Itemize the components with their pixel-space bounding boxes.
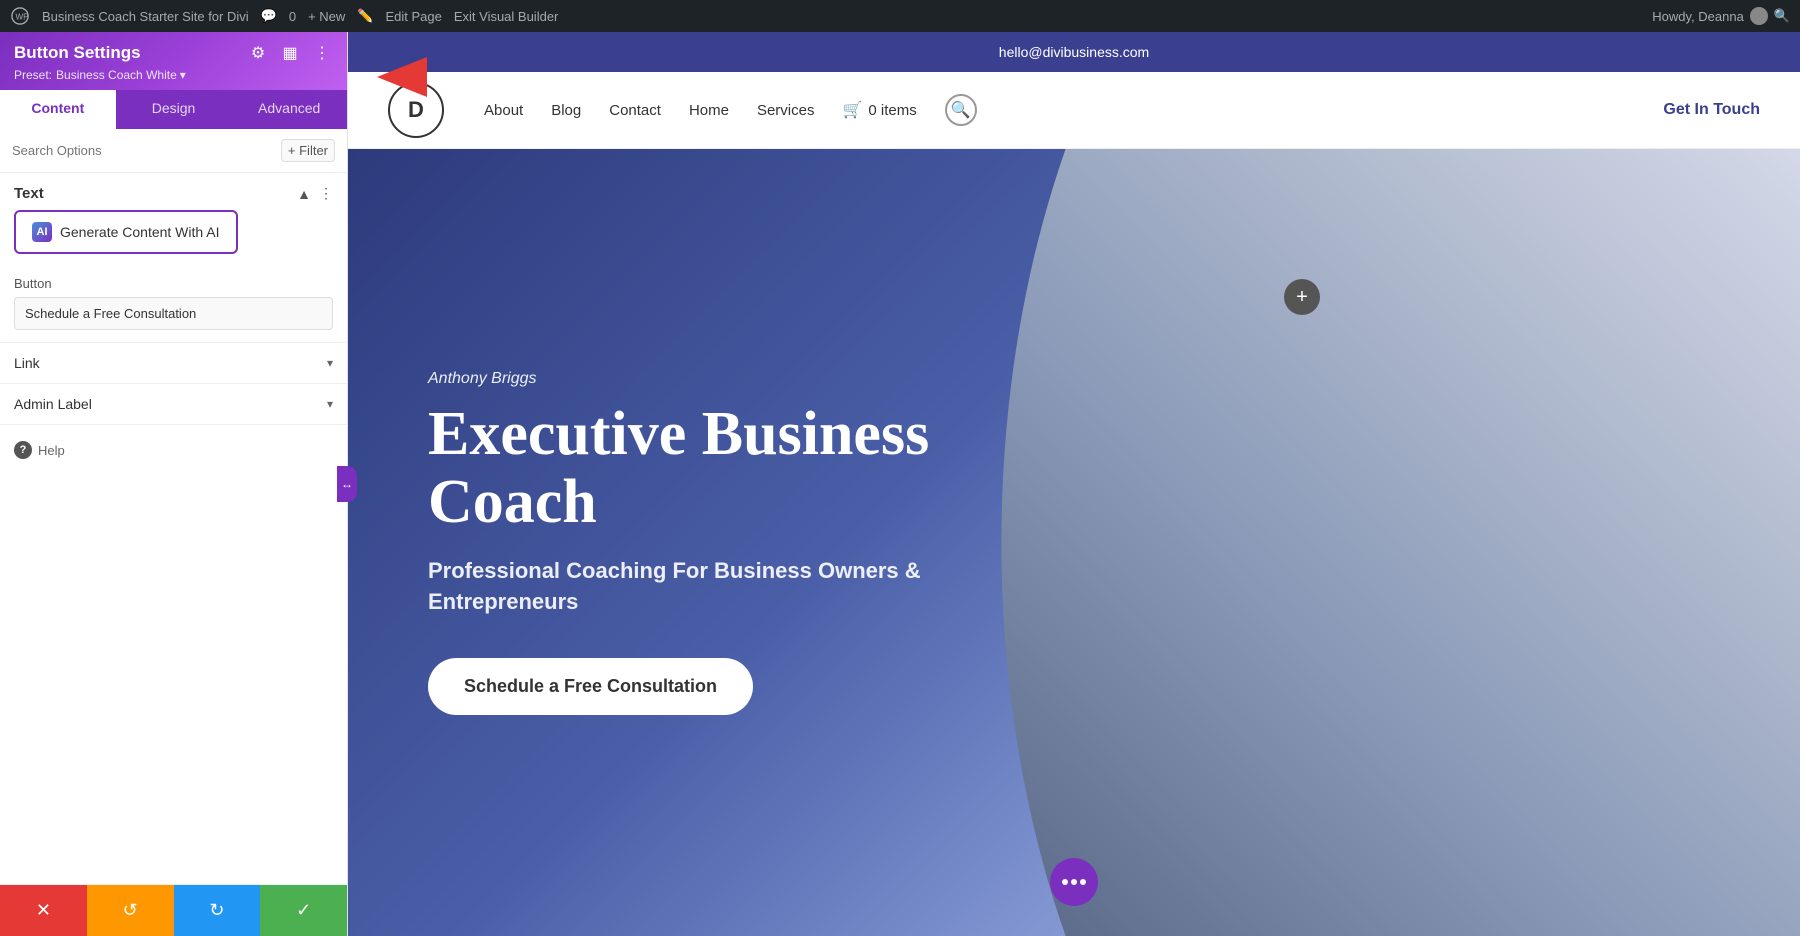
help-section: ? Help — [0, 424, 347, 475]
panel-body: + Filter Text ▲ ⋮ AI Generate Content Wi… — [0, 129, 347, 884]
hero-subtitle: Professional Coaching For Business Owner… — [428, 556, 968, 618]
right-content: hello@divibusiness.com D About Blog Cont… — [348, 32, 1800, 936]
plus-add-button[interactable]: + — [1284, 279, 1320, 315]
button-text-input[interactable] — [14, 297, 333, 330]
red-arrow-indicator — [377, 57, 427, 97]
save-button[interactable]: ✓ — [260, 885, 347, 936]
wp-logo-icon[interactable]: WP — [10, 6, 30, 26]
admin-label-section: Admin Label ▾ — [0, 383, 347, 424]
nav-search-button[interactable]: 🔍 — [945, 94, 977, 126]
link-section: Link ▾ — [0, 342, 347, 383]
preset-row: Preset: Business Coach White ▾ — [14, 68, 333, 82]
get-in-touch-button[interactable]: Get In Touch — [1663, 101, 1760, 119]
nav-links: About Blog Contact Home Services 🛒 0 ite… — [484, 94, 977, 126]
dot-1 — [1062, 879, 1068, 885]
settings-icon[interactable]: ⚙ — [247, 42, 269, 64]
text-section-chevron-icon[interactable]: ▲ — [297, 186, 311, 202]
filter-button[interactable]: + Filter — [281, 139, 335, 162]
tab-content[interactable]: Content — [0, 90, 116, 129]
search-row: + Filter — [0, 129, 347, 173]
undo-button[interactable]: ↺ — [87, 885, 174, 936]
comment-count: 0 — [289, 9, 296, 24]
grid-icon[interactable]: ▦ — [279, 42, 301, 64]
nav-blog[interactable]: Blog — [551, 102, 581, 119]
site-top-bar: hello@divibusiness.com — [348, 32, 1800, 72]
button-field-label: Button — [14, 276, 333, 291]
site-email-link[interactable]: hello@divibusiness.com — [999, 44, 1149, 60]
panel-footer: ✕ ↺ ↻ ✓ — [0, 884, 347, 936]
preset-label: Preset: — [14, 68, 52, 82]
cart-icon: 🛒 — [842, 100, 862, 120]
panel-title: Button Settings — [14, 43, 141, 63]
user-avatar[interactable] — [1750, 7, 1768, 25]
hero-author: Anthony Briggs — [428, 370, 968, 388]
text-section-header: Text ▲ ⋮ — [0, 173, 347, 210]
nav-about[interactable]: About — [484, 102, 523, 119]
button-field-section: Button — [0, 268, 347, 342]
nav-contact[interactable]: Contact — [609, 102, 661, 119]
panel-header-icons: ⚙ ▦ ⋮ — [247, 42, 333, 64]
panel-tabs: Content Design Advanced — [0, 90, 347, 129]
hero-background-image — [1001, 149, 1800, 936]
hero-title-line2: Coach — [428, 468, 597, 536]
exit-visual-builder-button[interactable]: Exit Visual Builder — [454, 9, 559, 24]
tab-advanced[interactable]: Advanced — [231, 90, 347, 129]
admin-label-section-title: Admin Label — [14, 396, 92, 412]
panel-header-top: Button Settings ⚙ ▦ ⋮ — [14, 42, 333, 64]
red-arrow — [377, 57, 427, 97]
generate-ai-label: Generate Content With AI — [60, 224, 220, 240]
generate-ai-button[interactable]: AI Generate Content With AI — [14, 210, 238, 254]
link-chevron-icon: ▾ — [327, 356, 333, 370]
help-label: Help — [38, 443, 65, 458]
new-button[interactable]: + New — [308, 9, 345, 24]
howdy-text: Howdy, Deanna — [1652, 9, 1744, 24]
hero-content: Anthony Briggs Executive Business Coach … — [348, 310, 1048, 775]
hero-title: Executive Business Coach — [428, 400, 968, 536]
redo-button[interactable]: ↻ — [174, 885, 261, 936]
admin-label-chevron-icon: ▾ — [327, 397, 333, 411]
cancel-button[interactable]: ✕ — [0, 885, 87, 936]
left-panel: Button Settings ⚙ ▦ ⋮ Preset: Business C… — [0, 32, 348, 936]
cart-count: 0 items — [868, 102, 916, 119]
ai-icon: AI — [32, 222, 52, 242]
link-section-title: Link — [14, 355, 40, 371]
nav-cart[interactable]: 🛒 0 items — [842, 100, 916, 120]
comment-icon[interactable]: 💬 — [261, 8, 277, 24]
text-section-title: Text — [14, 185, 44, 202]
hero-section: Anthony Briggs Executive Business Coach … — [348, 149, 1800, 936]
hero-cta-button[interactable]: Schedule a Free Consultation — [428, 658, 753, 715]
search-input[interactable] — [12, 143, 273, 158]
resize-handle[interactable]: ↔ — [337, 466, 357, 502]
nav-services[interactable]: Services — [757, 102, 815, 119]
site-nav: D About Blog Contact Home Services 🛒 0 i… — [348, 72, 1800, 149]
wp-site-name[interactable]: Business Coach Starter Site for Divi — [42, 9, 249, 24]
tab-design[interactable]: Design — [116, 90, 232, 129]
preset-chevron-icon: ▾ — [180, 68, 186, 82]
preset-dropdown[interactable]: Business Coach White ▾ — [56, 68, 186, 82]
help-icon[interactable]: ? — [14, 441, 32, 459]
edit-page-button[interactable]: Edit Page — [385, 9, 441, 24]
edit-icon: ✏️ — [357, 8, 373, 24]
svg-text:WP: WP — [16, 13, 29, 22]
nav-search-icon: 🔍 — [951, 100, 971, 120]
main-layout: Button Settings ⚙ ▦ ⋮ Preset: Business C… — [0, 32, 1800, 936]
wp-admin-bar: WP Business Coach Starter Site for Divi … — [0, 0, 1800, 32]
dot-2 — [1071, 879, 1077, 885]
floating-menu-button[interactable] — [1050, 858, 1098, 906]
panel-header: Button Settings ⚙ ▦ ⋮ Preset: Business C… — [0, 32, 347, 90]
filter-label: + Filter — [288, 143, 328, 158]
nav-home[interactable]: Home — [689, 102, 729, 119]
dot-3 — [1080, 879, 1086, 885]
link-section-header[interactable]: Link ▾ — [14, 343, 333, 383]
howdy-section: Howdy, Deanna 🔍 — [1652, 7, 1790, 25]
text-section-controls: ▲ ⋮ — [297, 185, 333, 202]
text-section-more-icon[interactable]: ⋮ — [319, 185, 333, 202]
hero-title-line1: Executive Business — [428, 400, 929, 468]
admin-label-section-header[interactable]: Admin Label ▾ — [14, 384, 333, 424]
preset-value: Business Coach White — [56, 68, 177, 82]
admin-search-icon[interactable]: 🔍 — [1774, 8, 1790, 24]
more-options-icon[interactable]: ⋮ — [311, 42, 333, 64]
